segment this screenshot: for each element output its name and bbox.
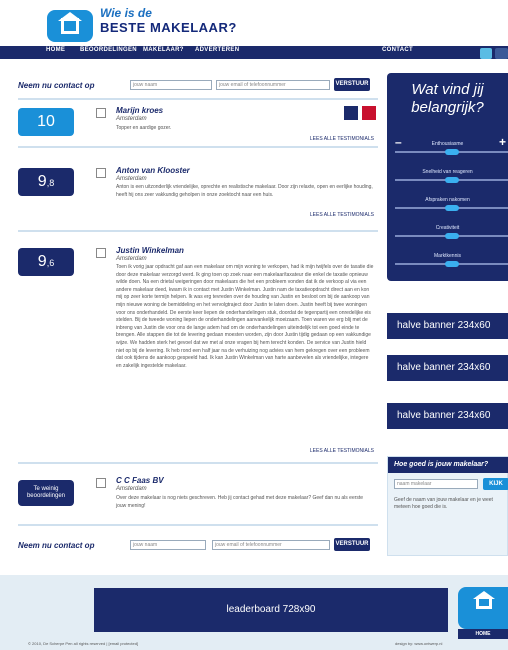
slider-thumb[interactable]: [445, 149, 459, 155]
score-badge-insufficient: Te weinig beoordelingen: [18, 480, 74, 506]
review-text: Over deze makelaar is nog niets geschrev…: [116, 495, 364, 509]
divider: [18, 98, 378, 100]
vote-title: Wat vind jij belangrijk?: [411, 81, 484, 116]
divider: [18, 462, 378, 464]
review-text: Anton is een uitzonderlijk vriendelijke,…: [116, 184, 373, 198]
footer-house-icon[interactable]: [458, 587, 508, 629]
criterion-label: Enthousiasme: [431, 141, 464, 147]
agent-name[interactable]: Anton van Klooster: [116, 166, 190, 175]
criterion-slider[interactable]: [395, 205, 508, 211]
name-input[interactable]: jouw naam: [130, 540, 206, 550]
name-input[interactable]: jouw naam: [130, 80, 212, 90]
slider-thumb[interactable]: [445, 205, 459, 211]
nav-beoordelingen[interactable]: BEOORDELINGEN: [80, 47, 137, 53]
read-testimonials-link[interactable]: LEES ALLE TESTIMONIALS: [310, 136, 374, 142]
slider-thumb[interactable]: [445, 261, 459, 267]
divider: [18, 146, 378, 148]
score-badge: 9,6: [18, 248, 74, 276]
widget-title: Hoe goed is jouw makelaar?: [388, 457, 508, 473]
criterion-label: Snelheid van reageren: [422, 169, 473, 175]
slider-thumb[interactable]: [445, 177, 459, 183]
read-testimonials-link[interactable]: LEES ALLE TESTIMONIALS: [310, 448, 374, 454]
criterion-label: Marktkennis: [434, 253, 461, 259]
criterion-slider[interactable]: [395, 261, 508, 267]
design-credit[interactable]: design by: www.ontwerp.nl: [395, 641, 442, 646]
compare-checkbox[interactable]: [96, 248, 106, 258]
agent-name[interactable]: C C Faas BV: [116, 476, 164, 485]
footer: leaderboard 728x90 © 2010, De Scherpe Pe…: [0, 575, 508, 650]
agent-city: Amsterdam: [116, 486, 147, 492]
ad-banner[interactable]: halve banner 234x60: [387, 355, 508, 381]
criterion-slider[interactable]: [395, 149, 508, 155]
footer-home-link[interactable]: HOME: [458, 629, 508, 639]
agent-name-input[interactable]: naam makelaar: [394, 479, 478, 489]
review-text: Toen ik vorig jaar opdracht gaf aan een …: [116, 264, 374, 369]
divider: [18, 524, 378, 526]
nav-adverteren[interactable]: ADVERTEREN: [195, 47, 239, 53]
logo-house-icon[interactable]: [47, 10, 93, 42]
logo-line1[interactable]: Wie is de: [100, 6, 152, 20]
slider-thumb[interactable]: [445, 233, 459, 239]
look-button[interactable]: KIJK: [483, 478, 508, 490]
review-text: Topper en aardige gozer.: [116, 125, 172, 131]
send-button[interactable]: VERSTUUR: [334, 78, 370, 91]
contact-form-bottom: Neem nu contact op jouw naam jouw email …: [18, 538, 378, 554]
score-badge: 9,8: [18, 168, 74, 196]
criterion-slider[interactable]: [395, 177, 508, 183]
facebook-icon[interactable]: [495, 48, 508, 59]
compare-checkbox[interactable]: [96, 108, 106, 118]
divider: [18, 230, 378, 232]
contact-label: Neem nu contact op: [18, 541, 95, 550]
agent-city: Amsterdam: [116, 176, 147, 182]
nav-contact[interactable]: CONTACT: [382, 47, 413, 53]
contact-label: Neem nu contact op: [18, 81, 95, 90]
search-agent-widget: Hoe goed is jouw makelaar? naam makelaar…: [387, 456, 508, 556]
logo-line2[interactable]: BESTE MAKELAAR?: [100, 20, 237, 35]
ad-banner[interactable]: halve banner 234x60: [387, 313, 508, 339]
email-input[interactable]: jouw email of telefoonnummer: [212, 540, 330, 550]
vbo-logo-icon: [362, 106, 376, 120]
criterion-label: Creativiteit: [435, 225, 460, 231]
agent-name[interactable]: Justin Winkelman: [116, 246, 184, 255]
contact-form-top: Neem nu contact op jouw naam jouw email …: [18, 78, 378, 94]
agent-city: Amsterdam: [116, 256, 147, 262]
header: Wie is de BESTE MAKELAAR?: [0, 0, 508, 46]
agent-name[interactable]: Marijn kroes: [116, 106, 163, 115]
send-button[interactable]: VERSTUUR: [334, 538, 370, 551]
compare-checkbox[interactable]: [96, 168, 106, 178]
main-nav: HOME BEOORDELINGEN MAKELAAR? ADVERTEREN …: [0, 46, 508, 59]
email-input[interactable]: jouw email of telefoonnummer: [216, 80, 330, 90]
nvm-logo-icon: [344, 106, 358, 120]
criterion-label: Afspraken nakomen: [425, 197, 470, 203]
ad-banner[interactable]: halve banner 234x60: [387, 403, 508, 429]
leaderboard-banner[interactable]: leaderboard 728x90: [94, 588, 448, 632]
copyright-text: © 2010, De Scherpe Pen all rights reserv…: [28, 641, 139, 646]
score-badge: 10: [18, 108, 74, 136]
compare-checkbox[interactable]: [96, 478, 106, 488]
read-testimonials-link[interactable]: LEES ALLE TESTIMONIALS: [310, 212, 374, 218]
twitter-icon[interactable]: [480, 48, 492, 59]
criterion-slider[interactable]: [395, 233, 508, 239]
vote-panel: Wat vind jij belangrijk? – + Enthousiasm…: [387, 73, 508, 281]
agent-city: Amsterdam: [116, 116, 147, 122]
nav-makelaar[interactable]: MAKELAAR?: [143, 47, 184, 53]
widget-text: Geef de naam van jouw makelaar en je wee…: [394, 497, 493, 510]
nav-home[interactable]: HOME: [46, 47, 65, 53]
